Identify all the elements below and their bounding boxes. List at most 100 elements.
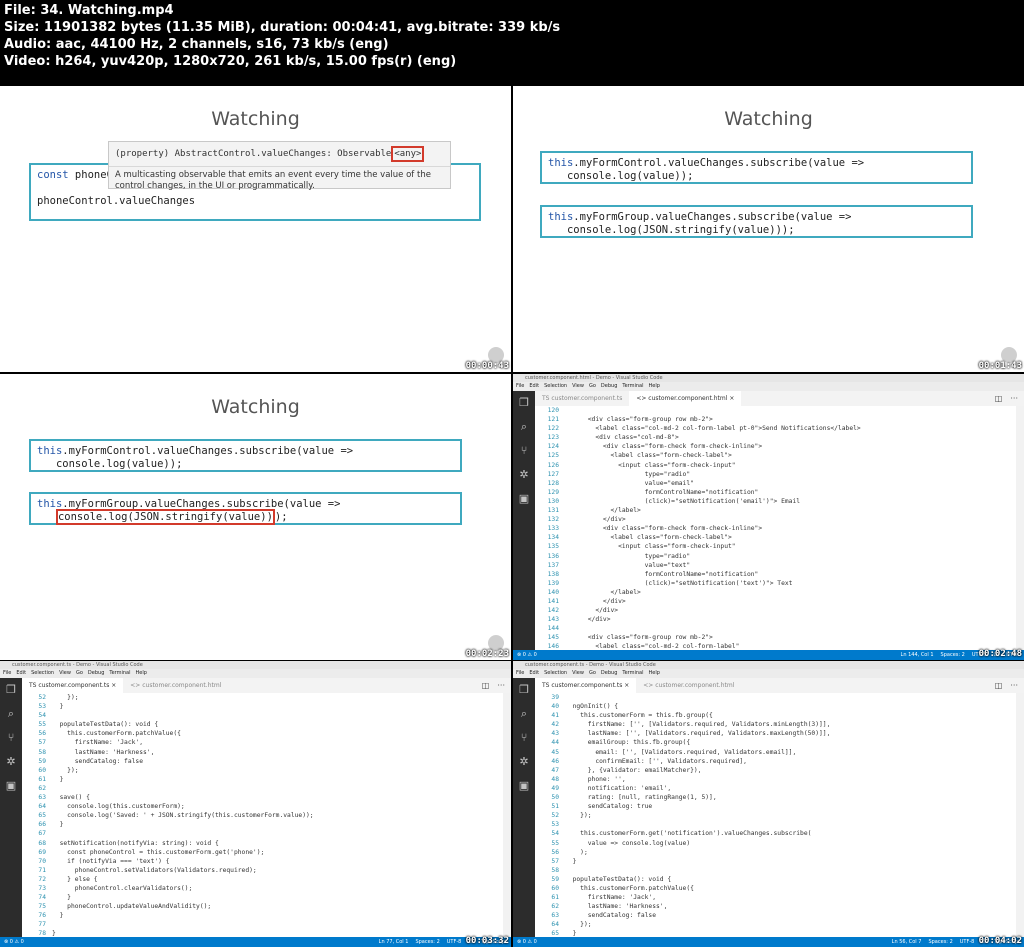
line-number: 137 xyxy=(547,561,559,569)
menu-item[interactable]: Help xyxy=(649,382,660,391)
editor-tab[interactable]: TS customer.component.ts xyxy=(535,391,629,406)
menu-item[interactable]: Terminal xyxy=(622,669,643,678)
menu-item[interactable]: File xyxy=(516,669,524,678)
editor-tab[interactable]: TS customer.component.ts × xyxy=(22,678,124,693)
code-line: 141 </div> xyxy=(535,597,1016,606)
editor-tab[interactable]: TS customer.component.ts × xyxy=(535,678,637,693)
menu-item[interactable]: Edit xyxy=(529,382,539,391)
line-text: populateTestData(): void { xyxy=(52,721,159,729)
debug-icon[interactable]: ✲ xyxy=(5,756,17,768)
code-editor[interactable]: 120 121 <div class="form-group row mb-2">… xyxy=(535,406,1016,650)
status-item[interactable]: UTF-8 xyxy=(447,939,462,945)
editor-tab[interactable]: <> customer.component.html × xyxy=(629,391,742,406)
source-control-icon[interactable]: ⑂ xyxy=(518,445,530,457)
split-editor-icon[interactable]: ◫ xyxy=(995,678,1003,693)
line-text: </div> xyxy=(565,607,619,615)
menu-item[interactable]: Debug xyxy=(601,669,617,678)
status-item[interactable]: UTF-8 xyxy=(960,939,975,945)
line-text: <input class="form-check-input" xyxy=(565,543,736,551)
menu-item[interactable]: Debug xyxy=(88,669,104,678)
code-editor[interactable]: 52 }); 53 } 54 55 populateTestData(): void … xyxy=(22,693,503,937)
debug-icon[interactable]: ✲ xyxy=(518,756,530,768)
code-line: 74 } xyxy=(22,893,503,902)
menu-item[interactable]: Selection xyxy=(544,669,567,678)
code-line: 66 } xyxy=(22,820,503,829)
line-text: this.customerForm = this.fb.group({ xyxy=(565,712,713,720)
code-line: 60 }); xyxy=(22,766,503,775)
code-line: 133 <div class="form-check form-check-in… xyxy=(535,524,1016,533)
extensions-icon[interactable]: ▣ xyxy=(518,493,530,505)
menu-item[interactable]: File xyxy=(516,382,524,391)
menu-item[interactable]: Go xyxy=(589,669,596,678)
line-text: emailGroup: this.fb.group({ xyxy=(565,739,691,747)
line-text: } xyxy=(565,930,577,937)
explorer-icon[interactable]: ❐ xyxy=(518,684,530,696)
search-icon[interactable]: ⌕ xyxy=(518,708,530,720)
vertical-scrollbar[interactable] xyxy=(1016,693,1024,937)
code-line: 50 rating: [null, ratingRange(1, 5)], xyxy=(535,793,1016,802)
debug-icon[interactable]: ✲ xyxy=(518,469,530,481)
status-item[interactable]: Ln 144, Col 1 xyxy=(901,652,934,658)
code-line: 58 lastName: 'Harkness', xyxy=(22,748,503,757)
vertical-scrollbar[interactable] xyxy=(503,693,511,937)
menu-item[interactable]: Selection xyxy=(544,382,567,391)
status-item[interactable]: Spaces: 2 xyxy=(941,652,965,658)
status-item[interactable]: Ln 77, Col 1 xyxy=(379,939,409,945)
menu-item[interactable]: Debug xyxy=(601,382,617,391)
code-line: 140 </label> xyxy=(535,588,1016,597)
menu-item[interactable]: Edit xyxy=(16,669,26,678)
line-text: type="radio" xyxy=(565,470,691,478)
line-number: 145 xyxy=(547,634,559,642)
line-number: 129 xyxy=(547,488,559,496)
line-number: 77 xyxy=(38,921,46,929)
code-line: 126 <input class="form-check-input" xyxy=(535,461,1016,470)
menu-item[interactable]: Edit xyxy=(529,669,539,678)
menu-item[interactable]: View xyxy=(572,669,584,678)
menu-item[interactable]: Help xyxy=(649,669,660,678)
more-actions-icon[interactable]: ··· xyxy=(1010,391,1018,406)
status-item[interactable]: Ln 56, Col 7 xyxy=(892,939,922,945)
code-line: 67 xyxy=(22,829,503,838)
menu-item[interactable]: Terminal xyxy=(109,669,130,678)
menu-item[interactable]: File xyxy=(3,669,11,678)
hover-tooltip: (property) AbstractControl.valueChanges:… xyxy=(108,141,451,191)
problems-indicator[interactable]: ⊗ 0 ⚠ 0 xyxy=(4,939,24,945)
line-text: (click)="setNotification('text')"> Text xyxy=(565,579,793,587)
search-icon[interactable]: ⌕ xyxy=(518,421,530,433)
source-control-icon[interactable]: ⑂ xyxy=(518,732,530,744)
menu-item[interactable]: Go xyxy=(589,382,596,391)
source-control-icon[interactable]: ⑂ xyxy=(5,732,17,744)
menu-item[interactable]: View xyxy=(59,669,71,678)
split-editor-icon[interactable]: ◫ xyxy=(995,391,1003,406)
menu-item[interactable]: Selection xyxy=(31,669,54,678)
problems-indicator[interactable]: ⊗ 0 ⚠ 0 xyxy=(517,652,537,658)
menu-item[interactable]: Go xyxy=(76,669,83,678)
editor-tab[interactable]: <> customer.component.html xyxy=(636,678,741,693)
problems-indicator[interactable]: ⊗ 0 ⚠ 0 xyxy=(517,939,537,945)
status-item[interactable]: Spaces: 2 xyxy=(415,939,439,945)
menu-item[interactable]: View xyxy=(572,382,584,391)
code-editor[interactable]: 39 40 ngOnInit() {41 this.customerForm = … xyxy=(535,693,1016,937)
editor-tab[interactable]: <> customer.component.html xyxy=(123,678,228,693)
code-line: 69 const phoneControl = this.customerFor… xyxy=(22,848,503,857)
line-number: 62 xyxy=(551,903,559,911)
split-editor-icon[interactable]: ◫ xyxy=(482,678,490,693)
menu-item[interactable]: Terminal xyxy=(622,382,643,391)
code-line: 43 lastName: ['', [Validators.required, … xyxy=(535,729,1016,738)
more-actions-icon[interactable]: ··· xyxy=(497,678,505,693)
line-text: sendCatalog: true xyxy=(565,803,653,811)
menu-item[interactable]: Help xyxy=(136,669,147,678)
explorer-icon[interactable]: ❐ xyxy=(518,397,530,409)
line-number: 78 xyxy=(38,930,46,937)
line-text: populateTestData(): void { xyxy=(565,875,672,883)
status-item[interactable]: Spaces: 2 xyxy=(928,939,952,945)
more-actions-icon[interactable]: ··· xyxy=(1010,678,1018,693)
frame-thumbnail: customer.component.ts - Demo - Visual St… xyxy=(0,661,511,947)
explorer-icon[interactable]: ❐ xyxy=(5,684,17,696)
vertical-scrollbar[interactable] xyxy=(1016,406,1024,650)
line-text: </label> xyxy=(565,507,641,515)
extensions-icon[interactable]: ▣ xyxy=(5,780,17,792)
extensions-icon[interactable]: ▣ xyxy=(518,780,530,792)
line-number: 133 xyxy=(547,525,559,533)
search-icon[interactable]: ⌕ xyxy=(5,708,17,720)
